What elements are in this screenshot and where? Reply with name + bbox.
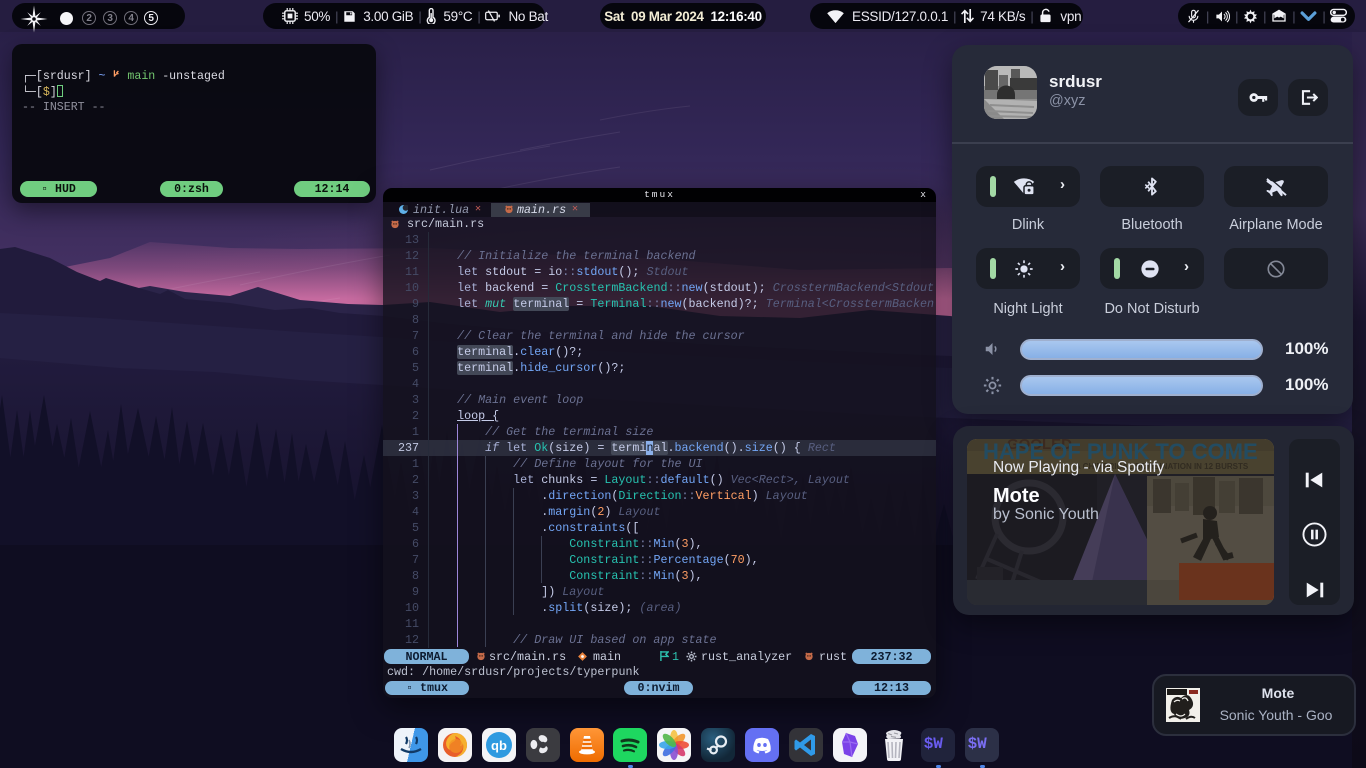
svg-text:qb: qb (491, 738, 507, 753)
